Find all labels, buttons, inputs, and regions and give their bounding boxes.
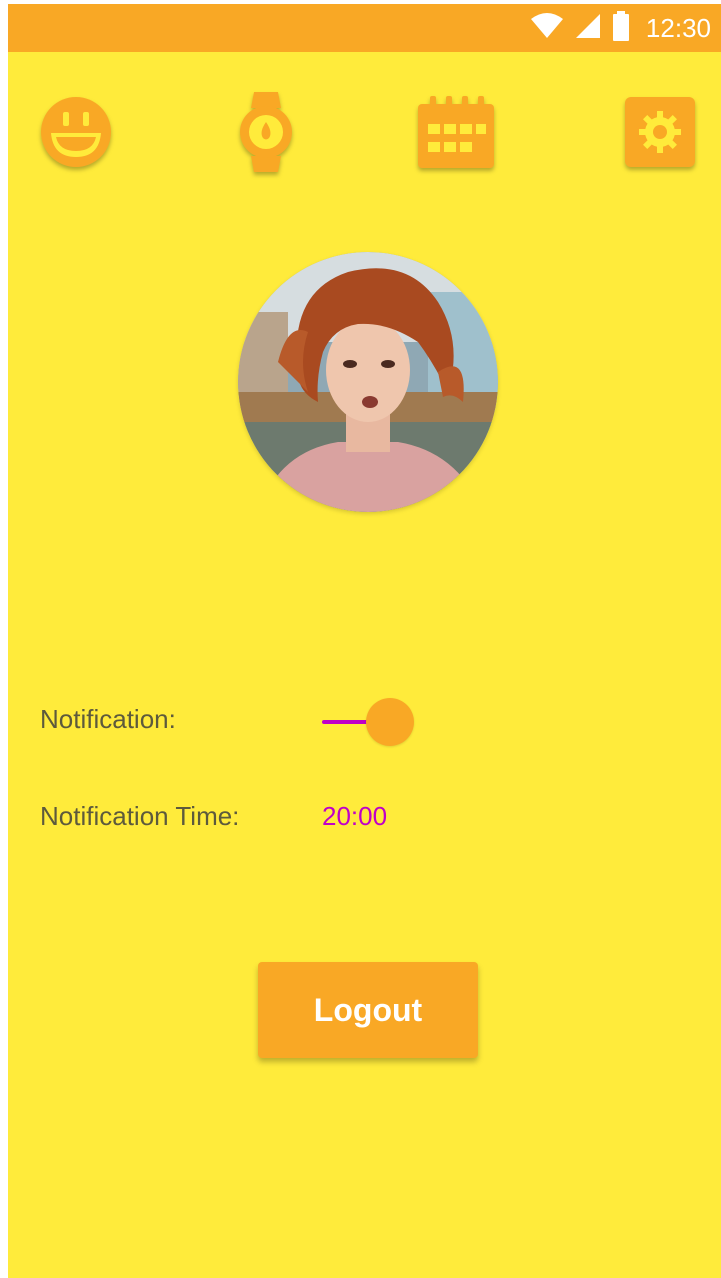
logout-button[interactable]: Logout xyxy=(258,962,478,1058)
nav-settings-button[interactable] xyxy=(620,92,700,176)
battery-icon xyxy=(612,10,630,46)
notification-switch[interactable] xyxy=(320,696,420,748)
gear-icon xyxy=(623,95,697,174)
switch-thumb xyxy=(366,698,414,746)
notification-label: Notification: xyxy=(40,704,176,734)
avatar[interactable] xyxy=(238,252,498,512)
cell-signal-icon xyxy=(574,13,602,44)
smiley-face-icon xyxy=(39,95,113,174)
status-bar: 12:30 xyxy=(8,4,721,52)
app-screen: 12:30 Notification: Notification Time: 2… xyxy=(8,4,721,1278)
calendar-icon xyxy=(416,94,496,175)
notification-time-value[interactable]: 20:00 xyxy=(322,801,387,832)
nav-calendar-button[interactable] xyxy=(416,92,496,176)
nav-mood-button[interactable] xyxy=(36,92,116,176)
notification-time-label: Notification Time: xyxy=(40,801,240,831)
nav-row xyxy=(8,91,721,182)
nav-watch-button[interactable] xyxy=(226,91,306,177)
switch-track xyxy=(322,720,372,724)
wifi-icon xyxy=(530,12,564,44)
watch-icon xyxy=(238,91,294,177)
status-time: 12:30 xyxy=(645,12,711,43)
status-icons: 12:30 xyxy=(530,4,711,52)
